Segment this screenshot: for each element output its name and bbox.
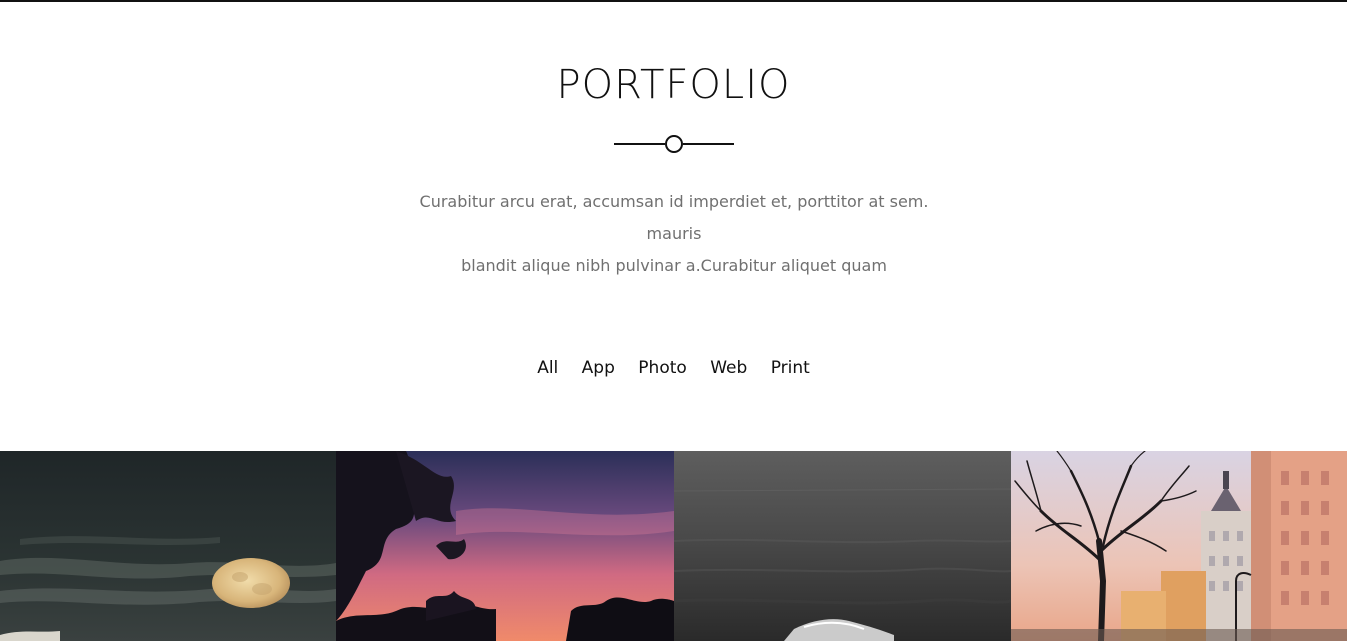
filter-print[interactable]: Print xyxy=(771,358,810,378)
filter-all[interactable]: All xyxy=(537,358,558,378)
sunset-trees-image xyxy=(336,451,674,641)
section-description: Curabitur arcu erat, accumsan id imperdi… xyxy=(398,186,950,282)
portfolio-filters: All App Photo Web Print xyxy=(0,358,1347,378)
city-tree-image xyxy=(1011,451,1347,641)
title-divider-icon xyxy=(614,135,734,153)
gallery-item-sea[interactable] xyxy=(674,451,1011,641)
section-title: PORTFOLIO xyxy=(556,62,791,108)
filter-web[interactable]: Web xyxy=(710,358,747,378)
portfolio-gallery xyxy=(0,451,1347,641)
description-line-1: Curabitur arcu erat, accumsan id imperdi… xyxy=(419,192,929,243)
filter-app[interactable]: App xyxy=(582,358,615,378)
moon-night-image xyxy=(0,451,336,641)
grey-sea-image xyxy=(674,451,1011,641)
top-border xyxy=(0,0,1347,2)
description-line-2: blandit alique nibh pulvinar a.Curabitur… xyxy=(461,256,887,275)
gallery-item-moon[interactable] xyxy=(0,451,336,641)
gallery-item-sunset[interactable] xyxy=(336,451,674,641)
gallery-item-city[interactable] xyxy=(1011,451,1347,641)
filter-photo[interactable]: Photo xyxy=(638,358,687,378)
